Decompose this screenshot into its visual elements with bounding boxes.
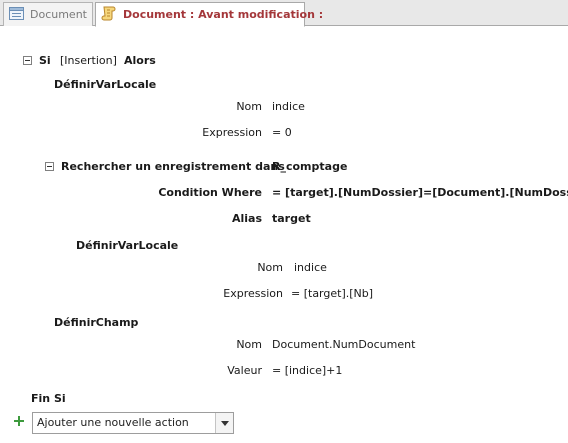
lookup-alias-value[interactable]: target [272,212,311,226]
add-plus-icon [14,416,24,426]
tab-document-label: Document [30,8,87,21]
action-setfield[interactable]: DéfinirChamp [54,316,138,330]
chevron-down-icon[interactable] [215,413,233,433]
form-icon [9,6,24,23]
action-setlocalvar-1[interactable]: DéfinirVarLocale [54,78,156,92]
setfield-value-value[interactable]: = [indice]+1 [272,364,342,378]
setfield-name-label: Nom [236,338,262,351]
lookup-alias-label: Alias [231,212,262,225]
macro-scroll-icon [101,5,117,24]
setlocalvar-2-expr-value[interactable]: = [target].[Nb] [291,287,373,301]
tab-document[interactable]: Document [3,2,93,26]
lookup-where-label: Condition Where [158,186,262,199]
add-action-selected: Ajouter une nouvelle action [37,416,189,429]
add-action-dropdown[interactable]: Ajouter une nouvelle action [32,412,234,434]
setfield-value-label: Valeur [227,364,262,377]
setlocalvar-2-name-label: Nom [257,261,283,274]
document-tab-bar: Document Document : Avant modification : [0,0,568,27]
lookup-table-value[interactable]: R_comptage [272,160,347,174]
collapse-lookup-icon[interactable] [45,162,54,171]
lookup-where-value[interactable]: = [target].[NumDossier]=[Document].[NumD… [272,186,568,200]
if-keyword: Si [39,54,51,67]
setlocalvar-2-expr-label: Expression [223,287,283,300]
setfield-name-value[interactable]: Document.NumDocument [272,338,415,352]
then-keyword: Alors [124,54,156,67]
tab-data-macro-label: Document : Avant modification : [123,8,324,21]
action-setlocalvar-2[interactable]: DéfinirVarLocale [76,239,178,253]
tab-data-macro[interactable]: Document : Avant modification : [95,2,323,27]
if-condition[interactable]: [Insertion] [60,54,117,68]
setlocalvar-2-name-value[interactable]: indice [294,261,327,275]
setlocalvar-1-expr-value[interactable]: = 0 [272,126,292,140]
collapse-if-icon[interactable] [23,56,32,65]
setlocalvar-1-name-label: Nom [236,100,262,113]
action-lookup-record[interactable]: Rechercher un enregistrement dans [61,160,285,174]
end-if-keyword: Fin Si [31,392,66,405]
setlocalvar-1-name-value[interactable]: indice [272,100,305,114]
setlocalvar-1-expr-label: Expression [202,126,262,139]
